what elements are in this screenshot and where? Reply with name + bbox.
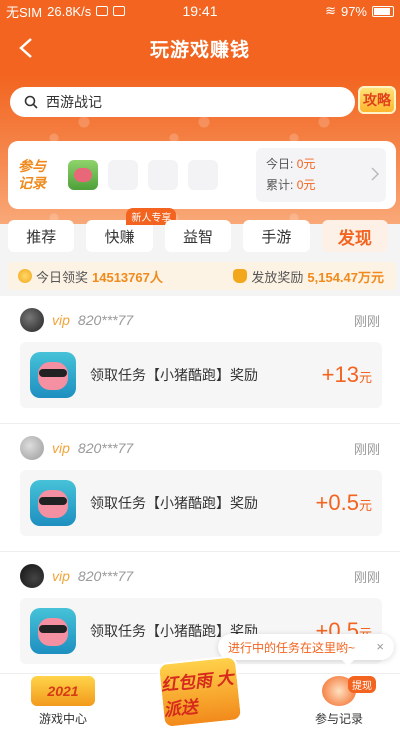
ox-mascot-icon: 提现 — [322, 676, 376, 706]
reward-unit: 元 — [358, 370, 372, 385]
back-button[interactable] — [10, 32, 42, 64]
reward-amount: +0.5元 — [316, 490, 372, 516]
total-value: 0元 — [296, 178, 316, 192]
tab-quick-earn[interactable]: 快赚 新人专享 — [86, 208, 177, 252]
feed-time: 刚刚 — [353, 442, 380, 457]
today-value: 0元 — [296, 157, 316, 171]
tooltip-text: 进行中的任务在这里哟~ — [228, 640, 356, 655]
category-tabs: 推荐 快赚 新人专享 益智 手游 发现 — [0, 208, 400, 260]
today-award-label: 今日领奖 — [36, 269, 89, 285]
vip-label: vip — [52, 568, 70, 584]
money-bag-icon — [233, 269, 248, 283]
pig-runner-game-icon — [30, 480, 76, 526]
earnings-summary[interactable]: 今日: 0元 累计: 0元 — [256, 148, 386, 202]
today-label: 今日: — [266, 157, 294, 171]
nav-game-center[interactable]: 2021 游戏中心 — [18, 676, 108, 727]
pig-runner-game-icon — [30, 352, 76, 398]
tab-label: 推荐 — [26, 228, 57, 246]
avatar — [20, 308, 44, 332]
task-card[interactable]: 领取任务【小猪酷跑】奖励 +0.5元 — [20, 470, 382, 536]
clock: 19:41 — [182, 3, 218, 19]
reward-unit: 元 — [358, 498, 372, 513]
today-award-count: 14513767人 — [92, 269, 163, 285]
feed-time: 刚刚 — [353, 314, 380, 329]
participation-card[interactable]: 参与记录 今日: 0元 累计: 0元 — [8, 141, 396, 209]
paid-award-label: 发放奖励 — [251, 269, 304, 285]
tab-label: 手游 — [261, 228, 292, 246]
nav-label: 参与记录 — [314, 712, 363, 726]
avatar — [20, 564, 44, 588]
status-bar: 无SIM 26.8K/s 19:41 ≋ 97% — [0, 0, 400, 22]
user-id: 820***77 — [77, 440, 134, 456]
list-item: vip 820***77 刚刚 领取任务【小猪酷跑】奖励 +0.5元 — [0, 424, 400, 552]
feed-user: vip 820***77 — [20, 436, 133, 460]
tab-label: 快赚 — [104, 228, 135, 246]
empty-slot — [108, 160, 138, 190]
nav-label: 游戏中心 — [38, 712, 87, 726]
back-arrow-icon — [19, 38, 32, 58]
vip-label: vip — [52, 312, 70, 328]
tab-recommend[interactable]: 推荐 — [8, 220, 75, 252]
reward-feed: vip 820***77 刚刚 领取任务【小猪酷跑】奖励 +13元 vip 82… — [0, 296, 400, 680]
search-bar[interactable] — [10, 87, 355, 117]
user-id: 820***77 — [77, 312, 134, 328]
feed-user: vip 820***77 — [20, 564, 133, 588]
user-id: 820***77 — [77, 568, 134, 584]
participation-label: 参与记录 — [18, 158, 46, 191]
guide-button[interactable]: 攻略 — [358, 86, 396, 114]
game-center-logo: 2021 — [31, 676, 95, 706]
pig-runner-game-icon — [30, 608, 76, 654]
coin-icon — [18, 269, 32, 283]
tab-puzzle[interactable]: 益智 — [164, 220, 232, 252]
tab-label: 益智 — [183, 228, 214, 246]
task-card[interactable]: 领取任务【小猪酷跑】奖励 +13元 — [20, 342, 382, 408]
close-icon[interactable]: × — [376, 639, 384, 654]
nav-participation-records[interactable]: 提现 参与记录 — [294, 676, 384, 727]
vip-label: vip — [52, 440, 70, 456]
list-item: vip 820***77 刚刚 领取任务【小猪酷跑】奖励 +13元 — [0, 296, 400, 424]
total-label: 累计: — [266, 178, 294, 192]
reward-value: +0.5 — [315, 490, 359, 515]
participation-apps — [68, 160, 218, 190]
empty-slot — [148, 160, 178, 190]
battery-icon — [372, 5, 394, 17]
game-app-icon[interactable] — [68, 160, 98, 190]
reward-amount: +13元 — [322, 362, 372, 388]
tab-label: 发现 — [337, 228, 372, 248]
reward-value: +13 — [321, 362, 359, 387]
empty-slot — [188, 160, 218, 190]
withdraw-badge: 提现 — [348, 676, 376, 693]
search-icon — [24, 95, 38, 109]
chevron-right-icon — [371, 167, 380, 181]
avatar — [20, 436, 44, 460]
feed-user: vip 820***77 — [20, 308, 133, 332]
feed-time: 刚刚 — [353, 570, 380, 585]
app-header: 玩游戏赚钱 — [0, 22, 400, 74]
tab-mobile-games[interactable]: 手游 — [243, 220, 310, 252]
award-stats-bar: 今日领奖 14513767人 发放奖励 5,154.47万元 — [8, 262, 396, 290]
in-progress-tooltip: 进行中的任务在这里哟~ × — [218, 634, 394, 666]
page-title: 玩游戏赚钱 — [149, 39, 250, 61]
tab-discover[interactable]: 发现 — [321, 220, 389, 252]
task-text: 领取任务【小猪酷跑】奖励 — [90, 367, 258, 383]
red-packet-rain-button[interactable]: 红包雨 大派送 — [156, 654, 244, 730]
search-input[interactable] — [46, 94, 296, 110]
paid-award-value: 5,154.47万元 — [307, 269, 384, 285]
task-text: 领取任务【小猪酷跑】奖励 — [90, 495, 258, 511]
